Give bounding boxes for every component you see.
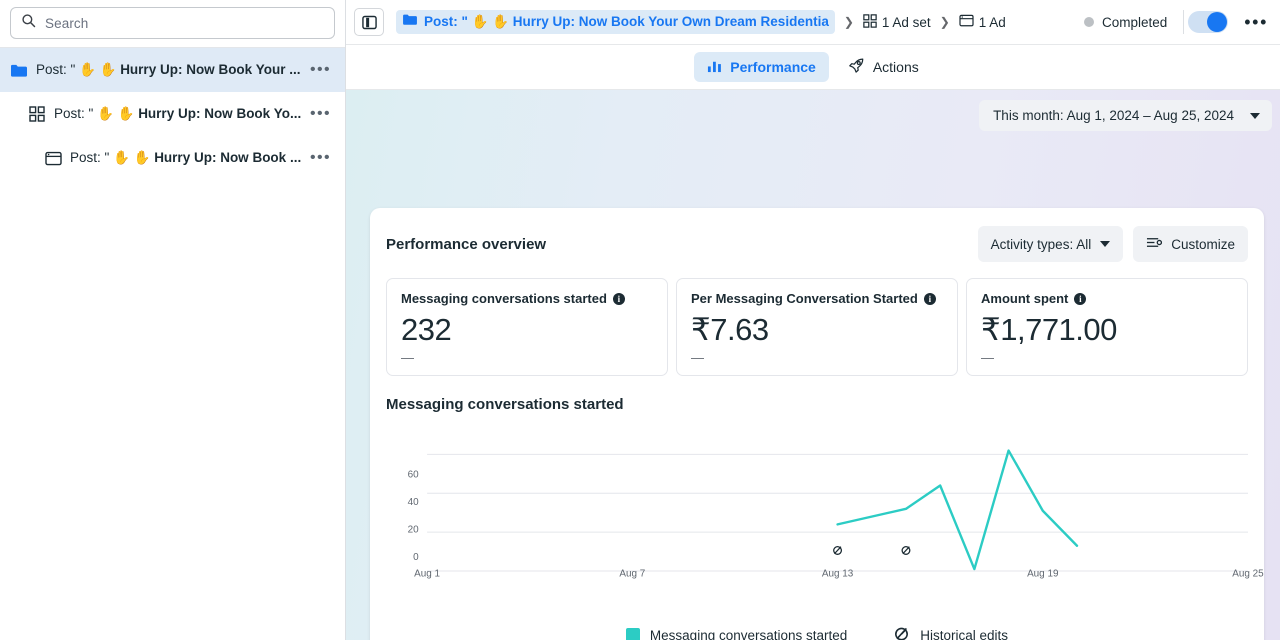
legend-label: Messaging conversations started (649, 627, 848, 640)
chart-title: Messaging conversations started (386, 396, 624, 413)
sidebar-item-adset-menu[interactable]: ••• (304, 106, 337, 122)
tab-performance[interactable]: Performance (694, 52, 829, 82)
breadcrumb-ad[interactable]: 1 Ad (959, 14, 1006, 30)
breadcrumb: Post: " ✋ ✋ Hurry Up: Now Book Your Own … (396, 10, 1084, 34)
info-icon[interactable]: i (923, 292, 936, 305)
search-container: Search (0, 0, 345, 47)
rocket-icon (848, 57, 865, 77)
grid-icon (26, 106, 48, 122)
top-bar: Post: " ✋ ✋ Hurry Up: Now Book Your Own … (346, 0, 1280, 45)
search-icon (21, 13, 36, 33)
metric-label: Per Messaging Conversation Started i (691, 291, 943, 306)
main-panel: Post: " ✋ ✋ Hurry Up: Now Book Your Own … (346, 0, 1280, 640)
x-axis-tick: Aug 13 (822, 568, 854, 579)
metric-value: ₹1,771.00 (981, 312, 1117, 347)
customize-label: Customize (1171, 236, 1235, 252)
sidebar-item-ad[interactable]: Post: " ✋ ✋ Hurry Up: Now Book ... ••• (0, 136, 345, 180)
sidebar-item-campaign-label: Post: " ✋ ✋ Hurry Up: Now Book Your ... (36, 62, 301, 77)
sidebar-item-ad-label: Post: " ✋ ✋ Hurry Up: Now Book ... (70, 150, 302, 165)
campaign-active-toggle[interactable] (1188, 11, 1229, 33)
status-label: Completed (1101, 14, 1168, 30)
legend-item-historical-edits[interactable]: Historical edits (893, 625, 1008, 640)
breadcrumb-adset[interactable]: 1 Ad set (863, 13, 931, 31)
sidebar-item-ad-menu[interactable]: ••• (304, 150, 337, 166)
grid-icon (863, 13, 877, 31)
activity-types-dropdown[interactable]: Activity types: All (977, 226, 1124, 262)
sidebar: Search Post: " ✋ ✋ Hurry Up: Now Book Yo… (0, 0, 346, 640)
tab-actions-label: Actions (872, 59, 919, 75)
sidebar-item-campaign[interactable]: Post: " ✋ ✋ Hurry Up: Now Book Your ... … (0, 48, 345, 92)
metric-subvalue: — (981, 350, 994, 365)
breadcrumb-separator-2: ❯ (939, 15, 950, 29)
sidebar-panel-icon[interactable] (354, 8, 384, 36)
x-axis-tick: Aug 7 (619, 568, 645, 579)
metric-subvalue: — (691, 350, 704, 365)
date-range-selector[interactable]: This month: Aug 1, 2024 – Aug 25, 2024 (979, 100, 1272, 131)
content-area: This month: Aug 1, 2024 – Aug 25, 2024 P… (346, 90, 1280, 640)
breadcrumb-ad-label: 1 Ad (978, 14, 1006, 30)
tab-bar: Performance Actions (346, 45, 1280, 90)
chart-legend: Messaging conversations started Historic… (386, 625, 1248, 640)
x-axis-tick: Aug 19 (1027, 568, 1059, 579)
y-axis-tick: 20 (408, 524, 420, 535)
tab-performance-label: Performance (730, 59, 816, 75)
breadcrumb-campaign[interactable]: Post: " ✋ ✋ Hurry Up: Now Book Your Own … (396, 10, 835, 34)
metrics-row: Messaging conversations started i 232 — … (386, 278, 1248, 376)
chevron-down-icon (1100, 241, 1111, 247)
card-header-actions: Activity types: All Customize (977, 226, 1248, 262)
info-icon[interactable]: i (1074, 292, 1087, 305)
date-range-label: This month: Aug 1, 2024 – Aug 25, 2024 (993, 108, 1234, 123)
metric-label: Amount spent i (981, 291, 1233, 306)
sidebar-item-adset[interactable]: Post: " ✋ ✋ Hurry Up: Now Book Yo... ••• (0, 92, 345, 136)
more-options-button[interactable]: ••• (1238, 13, 1274, 31)
page-title: Performance overview (386, 235, 547, 253)
performance-overview-card: Performance overview Activity types: All… (370, 208, 1264, 640)
card-header: Performance overview Activity types: All… (386, 226, 1248, 262)
y-axis-tick: 40 (408, 497, 420, 508)
historical-edit-icon (893, 625, 910, 640)
legend-label: Historical edits (920, 627, 1009, 640)
ads-manager-window: Search Post: " ✋ ✋ Hurry Up: Now Book Yo… (0, 0, 1280, 640)
breadcrumb-separator-1: ❯ (843, 15, 854, 29)
metric-value: 232 (401, 312, 452, 347)
info-icon[interactable]: i (612, 292, 625, 305)
legend-item-series[interactable]: Messaging conversations started (625, 627, 848, 640)
line-chart[interactable]: 0 20 40 60 Aug 1 Aug 7 Aug 13 Aug 19 Aug 25 (386, 421, 1264, 621)
folder-icon (8, 63, 30, 78)
historical-edit-icon[interactable] (833, 546, 843, 555)
metric-card-amount-spent[interactable]: Amount spent i ₹1,771.00 — (966, 278, 1248, 376)
bar-chart-icon (707, 58, 722, 76)
ad-card-icon (959, 14, 974, 30)
date-filter-row: This month: Aug 1, 2024 – Aug 25, 2024 (346, 90, 1280, 131)
historical-edit-icon[interactable] (901, 546, 911, 555)
activity-types-label: Activity types: All (990, 236, 1092, 252)
tab-actions[interactable]: Actions (835, 51, 932, 83)
metric-label: Messaging conversations started i (401, 291, 653, 306)
sidebar-item-campaign-menu[interactable]: ••• (304, 62, 337, 78)
toolbar-divider (1183, 10, 1185, 34)
chevron-down-icon (1250, 112, 1260, 119)
legend-color-swatch (625, 628, 640, 640)
metric-subvalue: — (401, 350, 414, 365)
status-badge: Completed (1083, 14, 1168, 30)
customize-button[interactable]: Customize (1133, 226, 1248, 262)
x-axis-tick: Aug 1 (414, 568, 440, 579)
metric-value: ₹7.63 (691, 312, 769, 347)
sidebar-item-adset-label: Post: " ✋ ✋ Hurry Up: Now Book Yo... (54, 106, 302, 121)
y-axis-tick: 60 (408, 469, 420, 480)
ad-card-icon (42, 151, 64, 166)
metric-card-conversations[interactable]: Messaging conversations started i 232 — (386, 278, 668, 376)
status-dot-icon (1083, 17, 1094, 27)
folder-icon (402, 13, 418, 31)
y-axis-tick: 0 (413, 552, 419, 563)
breadcrumb-campaign-label: Post: " ✋ ✋ Hurry Up: Now Book Your Own … (424, 14, 829, 29)
search-placeholder: Search (45, 15, 89, 31)
metric-card-cost-per-conversation[interactable]: Per Messaging Conversation Started i ₹7.… (676, 278, 958, 376)
x-axis-tick: Aug 25 (1232, 568, 1264, 579)
toggle-knob (1207, 12, 1228, 32)
search-input[interactable]: Search (10, 7, 335, 39)
breadcrumb-adset-label: 1 Ad set (881, 14, 931, 30)
sliders-icon (1146, 235, 1163, 253)
